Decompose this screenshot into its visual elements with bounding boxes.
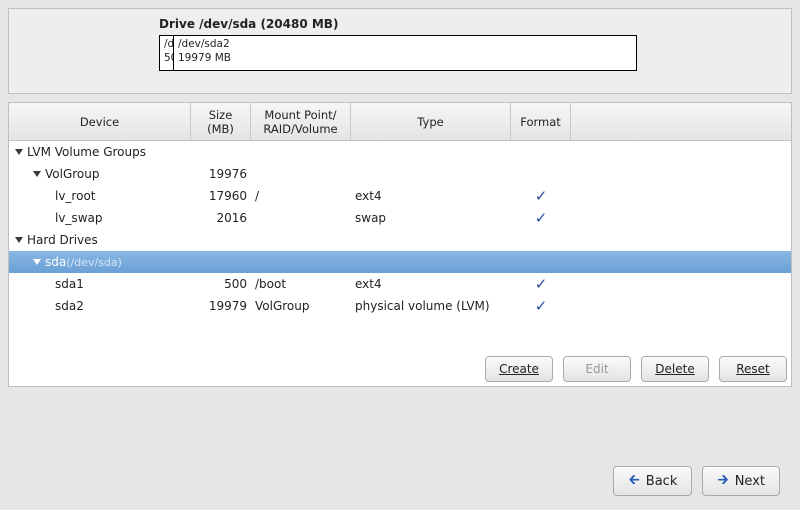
expander-icon[interactable] [15,149,23,155]
format-cell: ✓ [511,209,571,227]
size-cell: 17960 [191,189,251,203]
table-row[interactable]: sda2 19979VolGroupphysical volume (LVM) ✓ [9,295,791,317]
size-cell: 2016 [191,211,251,225]
table-row[interactable]: VolGroup 19976 [9,163,791,185]
partition-table: Device Size (MB) Mount Point/ RAID/Volum… [8,102,792,387]
arrow-right-icon: 🡲 [717,469,728,493]
size-cell: 500 [191,277,251,291]
create-button[interactable]: Create [485,356,553,382]
device-label: LVM Volume Groups [27,145,146,159]
drive-slice-sda2: /dev/sda2 19979 MB [174,36,636,70]
check-icon: ✓ [535,275,548,293]
device-label: sda [45,255,66,269]
drive-summary-panel: Drive /dev/sda (20480 MB) /d 50 /dev/sda… [8,8,792,94]
device-sublabel: (/dev/sda) [66,256,122,269]
expander-icon[interactable] [15,237,23,243]
table-row[interactable]: LVM Volume Groups [9,141,791,163]
table-row[interactable]: lv_swap 2016 swap ✓ [9,207,791,229]
table-row[interactable]: sda1 500/bootext4 ✓ [9,273,791,295]
device-label: sda2 [55,299,84,313]
expander-icon[interactable] [33,171,41,177]
mount-cell: /boot [251,277,351,291]
check-icon: ✓ [535,297,548,315]
size-cell: 19976 [191,167,251,181]
back-button[interactable]: 🡰 Back [613,466,692,496]
delete-button[interactable]: Delete [641,356,709,382]
reset-button[interactable]: Reset [719,356,787,382]
mount-cell: VolGroup [251,299,351,313]
format-cell: ✓ [511,297,571,315]
check-icon: ✓ [535,187,548,205]
device-label: Hard Drives [27,233,98,247]
device-label: lv_root [55,189,96,203]
arrow-left-icon: 🡰 [628,469,639,493]
type-cell: ext4 [351,277,511,291]
expander-icon[interactable] [33,259,41,265]
device-label: VolGroup [45,167,100,181]
table-row[interactable]: Hard Drives [9,229,791,251]
type-cell: swap [351,211,511,225]
type-cell: ext4 [351,189,511,203]
drive-title: Drive /dev/sda (20480 MB) [159,17,637,31]
col-type[interactable]: Type [351,103,511,140]
drive-usage-bar: /d 50 /dev/sda2 19979 MB [159,35,637,71]
device-label: sda1 [55,277,84,291]
mount-cell: / [251,189,351,203]
size-cell: 19979 [191,299,251,313]
table-row[interactable]: sda (/dev/sda) [9,251,791,273]
table-body[interactable]: LVM Volume Groups VolGroup 19976 lv_root 179… [9,141,791,348]
check-icon: ✓ [535,209,548,227]
drive-slice-sda1: /d 50 [160,36,174,70]
col-device[interactable]: Device [9,103,191,140]
col-format[interactable]: Format [511,103,571,140]
edit-button: Edit [563,356,631,382]
format-cell: ✓ [511,275,571,293]
col-mount[interactable]: Mount Point/ RAID/Volume [251,103,351,140]
table-row[interactable]: lv_root 17960/ext4 ✓ [9,185,791,207]
device-label: lv_swap [55,211,102,225]
nav-buttons: 🡰 Back 🡲 Next [613,466,780,496]
format-cell: ✓ [511,187,571,205]
partition-buttons: Create Edit Delete Reset [9,348,791,386]
col-size[interactable]: Size (MB) [191,103,251,140]
type-cell: physical volume (LVM) [351,299,511,313]
next-button[interactable]: 🡲 Next [702,466,780,496]
table-header: Device Size (MB) Mount Point/ RAID/Volum… [9,103,791,141]
